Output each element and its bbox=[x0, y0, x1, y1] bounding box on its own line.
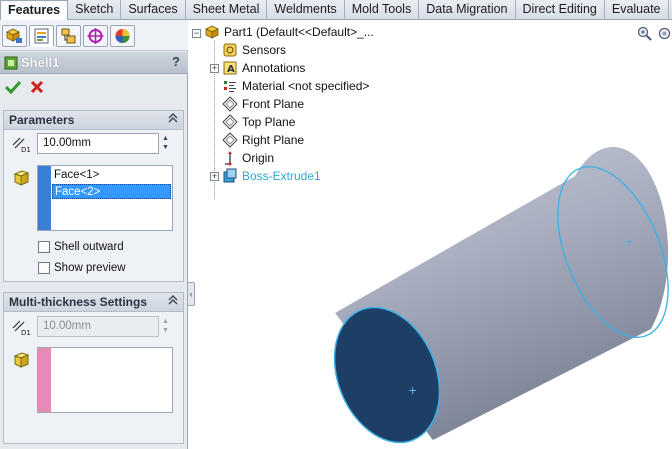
faces-to-remove-list[interactable]: Face<1> Face<2> bbox=[37, 165, 173, 231]
multi-thickness-faces-icon bbox=[13, 352, 30, 368]
tree-item-origin[interactable]: Origin bbox=[222, 150, 274, 166]
property-manager-icon[interactable] bbox=[29, 25, 54, 47]
shell-outward-label: Shell outward bbox=[54, 241, 124, 253]
faces-to-remove-icon bbox=[13, 170, 30, 186]
zoom-to-fit-icon[interactable] bbox=[637, 26, 652, 41]
feature-manager-icon[interactable] bbox=[2, 25, 27, 47]
tab-features[interactable]: Features bbox=[0, 0, 69, 21]
svg-text:A: A bbox=[227, 64, 235, 75]
show-preview-option[interactable]: Show preview bbox=[38, 262, 126, 274]
tree-label-annotations: Annotations bbox=[242, 61, 306, 75]
material-icon bbox=[224, 81, 236, 92]
thickness-d1-icon: D1 bbox=[12, 137, 31, 153]
boss-extrude-icon bbox=[223, 168, 237, 183]
plane-icon bbox=[222, 114, 238, 130]
feature-title: Shell1 bbox=[21, 55, 60, 70]
tab-data-migration[interactable]: Data Migration bbox=[419, 0, 516, 20]
tree-item-top-plane[interactable]: Top Plane bbox=[222, 114, 295, 130]
list-color-bar bbox=[38, 166, 51, 230]
tree-expand-annotations[interactable]: + bbox=[210, 64, 219, 73]
property-manager-panel: Shell1 ? Parameters D1 10.00mm ▲ ▼ Face<1… bbox=[0, 20, 188, 449]
multi-thickness-input[interactable]: 10.00mm bbox=[37, 316, 159, 337]
list-color-bar bbox=[38, 348, 51, 412]
multi-thickness-title: Multi-thickness Settings bbox=[9, 295, 148, 309]
feature-title-bar: Shell1 ? bbox=[0, 52, 188, 74]
tree-label-right-plane: Right Plane bbox=[242, 133, 305, 147]
multi-thickness-header[interactable]: Multi-thickness Settings bbox=[4, 293, 183, 312]
configuration-manager-icon[interactable] bbox=[56, 25, 81, 47]
tree-item-front-plane[interactable]: Front Plane bbox=[222, 96, 304, 112]
cancel-button[interactable] bbox=[30, 79, 44, 99]
svg-text:D1: D1 bbox=[21, 146, 31, 153]
thickness-spin-arrows[interactable]: ▲ ▼ bbox=[162, 134, 172, 152]
collapse-chevron-icon[interactable] bbox=[168, 112, 178, 127]
tree-expand-boss-extrude[interactable]: + bbox=[210, 172, 219, 181]
tree-item-boss-extrude[interactable]: Boss-Extrude1 bbox=[222, 168, 321, 184]
list-item-face-1[interactable]: Face<1> bbox=[52, 168, 171, 183]
tree-label-top-plane: Top Plane bbox=[242, 115, 296, 129]
shell-outward-checkbox[interactable] bbox=[38, 241, 50, 253]
tree-label-sensors: Sensors bbox=[242, 43, 287, 57]
red-x-icon bbox=[30, 80, 44, 94]
multi-thickness-spin-arrows[interactable]: ▲ ▼ bbox=[162, 317, 172, 335]
tab-mold-tools[interactable]: Mold Tools bbox=[345, 0, 420, 20]
origin-icon bbox=[225, 151, 232, 166]
dimxpert-icon[interactable] bbox=[83, 25, 108, 47]
tree-label-material: Material <not specified> bbox=[242, 79, 370, 93]
show-preview-label: Show preview bbox=[54, 262, 126, 274]
tab-direct-editing[interactable]: Direct Editing bbox=[516, 0, 605, 20]
sensors-icon bbox=[223, 43, 237, 57]
help-button[interactable]: ? bbox=[172, 54, 180, 69]
far-face-origin-mark: + bbox=[625, 237, 633, 248]
plane-icon bbox=[222, 132, 238, 148]
tab-sheet-metal[interactable]: Sheet Metal bbox=[186, 0, 268, 20]
graphics-area[interactable]: + + − Part1 (Default<<Default>_... Senso… bbox=[189, 20, 672, 449]
checkmark-icon bbox=[4, 80, 22, 95]
tree-item-sensors[interactable]: Sensors bbox=[222, 42, 286, 58]
tree-label-origin: Origin bbox=[242, 151, 275, 165]
tab-surfaces[interactable]: Surfaces bbox=[121, 0, 186, 20]
parameters-header[interactable]: Parameters bbox=[4, 111, 183, 130]
tree-item-annotations[interactable]: A Annotations bbox=[222, 60, 305, 76]
tab-evaluate[interactable]: Evaluate bbox=[605, 0, 669, 20]
ok-button[interactable] bbox=[4, 79, 22, 99]
display-manager-icon[interactable] bbox=[110, 25, 135, 47]
shell-feature-icon bbox=[4, 56, 18, 73]
list-item-face-2[interactable]: Face<2> bbox=[52, 184, 171, 199]
collapse-chevron-icon[interactable] bbox=[168, 294, 178, 309]
tab-sketch[interactable]: Sketch bbox=[68, 0, 122, 20]
svg-text:D1: D1 bbox=[21, 329, 31, 336]
rotate-view-icon[interactable] bbox=[657, 26, 672, 41]
manager-tabs-toolbar bbox=[0, 20, 188, 51]
annotations-icon: A bbox=[223, 61, 237, 75]
shell-outward-option[interactable]: Shell outward bbox=[38, 241, 124, 253]
tab-weldments[interactable]: Weldments bbox=[267, 0, 345, 20]
tree-label-boss-extrude: Boss-Extrude1 bbox=[242, 169, 321, 183]
multi-thickness-faces-list[interactable] bbox=[37, 347, 173, 413]
command-manager-tabs: Features Sketch Surfaces Sheet Metal Wel… bbox=[0, 0, 672, 21]
parameters-title: Parameters bbox=[9, 113, 75, 127]
tree-label-front-plane: Front Plane bbox=[242, 97, 305, 111]
tree-item-right-plane[interactable]: Right Plane bbox=[222, 132, 304, 148]
show-preview-checkbox[interactable] bbox=[38, 262, 50, 274]
multi-thickness-d1-icon: D1 bbox=[12, 320, 31, 336]
near-face-origin-mark: + bbox=[408, 384, 417, 397]
tree-item-material[interactable]: Material <not specified> bbox=[222, 78, 369, 94]
thickness-input[interactable]: 10.00mm bbox=[37, 133, 159, 154]
plane-icon bbox=[222, 96, 238, 112]
